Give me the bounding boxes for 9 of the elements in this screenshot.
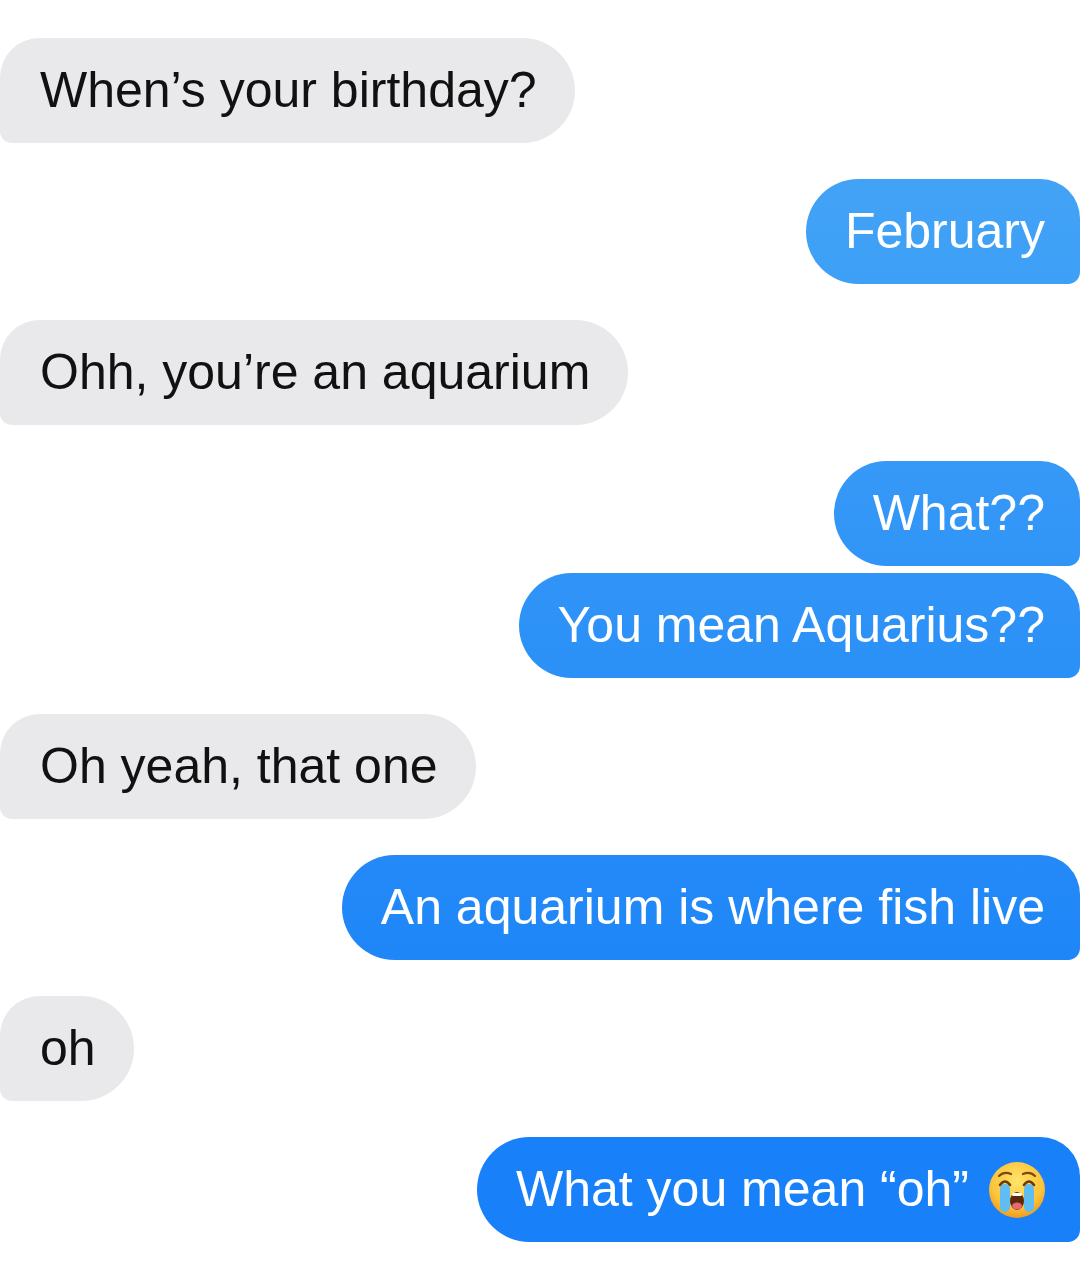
message-text: February [844,204,1045,259]
message-text: What?? [872,486,1045,541]
message-text: When’s your birthday? [40,63,537,118]
message-text: An aquarium is where fish live [380,880,1045,935]
message-text: Oh yeah, that one [40,739,438,794]
message-text: What you mean “oh” [516,1162,969,1217]
message-text: You mean Aquarius?? [557,598,1045,653]
message-text: oh [40,1021,96,1076]
message-text: Ohh, you’re an aquarium [40,345,591,400]
